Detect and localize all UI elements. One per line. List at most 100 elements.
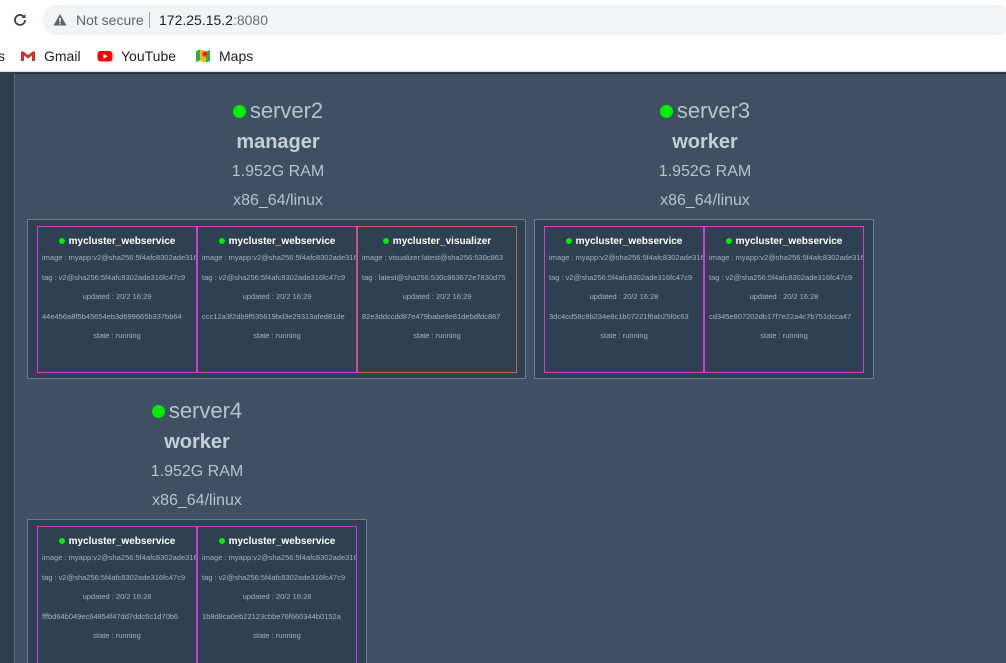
bookmark-truncated[interactable]: s [0, 46, 5, 66]
task-id: 3dc4cd58c8b234e8c1b07221f6ab25f0c63 [549, 311, 689, 321]
task-card[interactable]: mycluster_webservice image : myapp:v2@sh… [37, 526, 197, 663]
task-name: mycluster_webservice [735, 235, 843, 247]
task-image: image : myapp:v2@sha256:5f4afc8302ade316… [42, 553, 196, 562]
bookmark-label: s [0, 48, 5, 64]
task-updated: updated : 20/2 16:29 [82, 292, 152, 301]
youtube-icon [97, 48, 113, 64]
node-ram: 1.952G RAM [231, 163, 325, 180]
node-role: worker [164, 431, 230, 453]
task-card[interactable]: mycluster_webservice image : myapp:v2@sh… [37, 226, 197, 373]
task-updated: updated : 20/2 16:28 [82, 592, 152, 601]
not-secure-label[interactable]: Not secure [76, 12, 144, 28]
task-id: 82e3ddccdd87e479babe8e81debdfdc867 [362, 311, 501, 321]
task-tag: tag : v2@sha256:5f4afc8302ade316fc47c9 [202, 572, 346, 582]
task-name: mycluster_webservice [228, 235, 336, 247]
address-bar[interactable]: Not secure 172.25.15.2:8080 [42, 5, 1006, 35]
task-card[interactable]: mycluster_visualizer image : visualizer:… [357, 226, 517, 373]
task-id: ccc12a3f2db9f535619bd3e29313afed81de [202, 311, 345, 321]
task-name: mycluster_webservice [228, 535, 336, 547]
task-card[interactable]: mycluster_webservice image : myapp:v2@sh… [197, 526, 357, 663]
task-name: mycluster_webservice [68, 235, 176, 247]
node-name: server3 [605, 97, 805, 125]
task-tag: tag : v2@sha256:5f4afc8302ade316fc47c9 [42, 272, 186, 282]
bookmark-label: Gmail [44, 48, 81, 64]
task-updated: updated : 20/2 16:28 [749, 292, 819, 301]
task-id: 44e456a8f5b45654eb3d699665b337bb64 [42, 311, 182, 321]
task-card[interactable]: mycluster_webservice image : myapp:v2@sh… [704, 226, 864, 373]
maps-icon [195, 48, 211, 64]
node-status-dot [232, 104, 246, 118]
gmail-icon [20, 48, 36, 64]
task-state: state : running [93, 331, 141, 340]
task-status-dot [565, 238, 572, 244]
bookmark-maps[interactable]: Maps [195, 46, 253, 66]
url-separator [149, 12, 150, 28]
node-name-text: server2 [249, 98, 324, 123]
browser-toolbar: Not secure 172.25.15.2:8080 [0, 0, 1006, 40]
task-card[interactable]: mycluster_webservice image : myapp:v2@sh… [544, 226, 704, 373]
node-name-text: server4 [168, 398, 243, 423]
warning-icon[interactable] [53, 13, 67, 27]
task-title: mycluster_webservice [545, 234, 703, 248]
bookmark-gmail[interactable]: Gmail [20, 46, 81, 66]
node-status-dot [151, 404, 165, 418]
page-gutter [0, 73, 14, 663]
task-name: mycluster_visualizer [392, 235, 492, 247]
node-header: server4 worker 1.952G RAM x86_64/linux [97, 397, 297, 515]
task-tag: tag : v2@sha256:5f4afc8302ade316fc47c9 [202, 272, 346, 282]
bookmark-label: Maps [219, 48, 254, 64]
node-arch: x86_64/linux [152, 492, 242, 509]
task-title: mycluster_webservice [198, 534, 356, 548]
task-status-dot [58, 538, 65, 544]
node-role: worker [672, 131, 738, 153]
task-title: mycluster_webservice [198, 234, 356, 248]
url-text[interactable]: 172.25.15.2:8080 [159, 12, 268, 28]
task-card[interactable]: mycluster_webservice image : myapp:v2@sh… [197, 226, 357, 373]
task-updated: updated : 20/2 16:28 [589, 292, 659, 301]
node-status-dot [659, 104, 673, 118]
task-title: mycluster_webservice [38, 534, 196, 548]
reload-icon[interactable] [9, 9, 31, 31]
node-role: manager [236, 131, 320, 153]
task-image: image : myapp:v2@sha256:5f4afc8302ade316… [42, 253, 196, 262]
task-state: state : running [93, 631, 141, 640]
task-status-dot [218, 238, 225, 244]
task-status-dot [58, 238, 65, 244]
url-port: :8080 [232, 12, 269, 28]
task-image: image : myapp:v2@sha256:5f4afc8302ade316… [549, 253, 703, 262]
task-name: mycluster_webservice [575, 235, 683, 247]
node-box: mycluster_webservice image : myapp:v2@sh… [27, 219, 526, 379]
task-title: mycluster_webservice [38, 234, 196, 248]
node-box: mycluster_webservice image : myapp:v2@sh… [534, 219, 874, 379]
node-name: server2 [178, 97, 378, 125]
task-title: mycluster_webservice [705, 234, 863, 248]
task-state: state : running [253, 631, 301, 640]
task-tag: tag : latest@sha256:530c863672e7830d75 [362, 272, 506, 282]
bookmarks-bar: s Gmail YouTube Maps [0, 40, 1006, 72]
bookmark-label: YouTube [121, 48, 177, 64]
node-name-text: server3 [676, 98, 751, 123]
task-status-dot [218, 538, 225, 544]
visualizer-page: server2 manager 1.952G RAM x86_64/linux … [14, 73, 1006, 663]
node-ram: 1.952G RAM [150, 463, 244, 480]
node-ram: 1.952G RAM [658, 163, 752, 180]
task-status-dot [382, 238, 389, 244]
url-host: 172.25.15.2 [159, 12, 233, 28]
bookmark-youtube[interactable]: YouTube [97, 46, 176, 66]
task-updated: updated : 20/2 16:29 [242, 292, 312, 301]
task-image: image : myapp:v2@sha256:5f4afc8302ade316… [202, 553, 356, 562]
task-title: mycluster_visualizer [358, 234, 516, 248]
node-name: server4 [97, 397, 297, 425]
task-image: image : myapp:v2@sha256:5f4afc8302ade316… [202, 253, 356, 262]
task-state: state : running [760, 331, 808, 340]
task-id: cd345e807202db17f7e22a4c7b751dcca47 [709, 311, 852, 321]
task-id: fffbd64b049ec64854f47dd7ddc6c1d70b6 [42, 611, 179, 621]
node-header: server2 manager 1.952G RAM x86_64/linux [178, 97, 378, 215]
task-updated: updated : 20/2 16:28 [242, 592, 312, 601]
node-arch: x86_64/linux [660, 192, 750, 209]
task-image: image : myapp:v2@sha256:5f4afc8302ade316… [709, 253, 863, 262]
task-state: state : running [413, 331, 461, 340]
node-arch: x86_64/linux [233, 192, 323, 209]
task-id: 1b8d8ca0eb22123cbbe76f660344b0152a [202, 611, 341, 621]
task-tag: tag : v2@sha256:5f4afc8302ade316fc47c9 [42, 572, 186, 582]
